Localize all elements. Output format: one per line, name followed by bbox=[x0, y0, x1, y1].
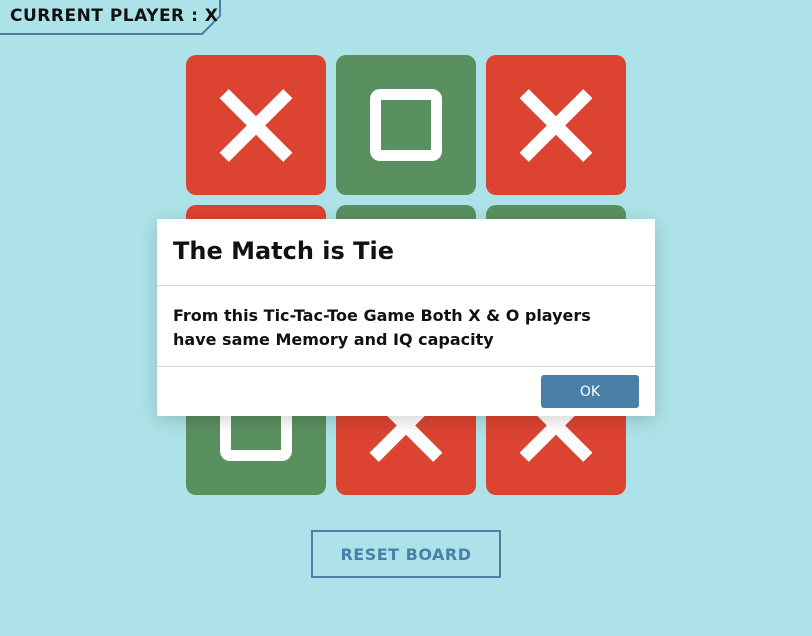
dialog-footer: OK bbox=[157, 367, 655, 416]
x-mark-icon bbox=[520, 89, 592, 161]
x-mark-icon bbox=[220, 89, 292, 161]
result-dialog: The Match is Tie From this Tic-Tac-Toe G… bbox=[157, 219, 655, 416]
board-cell[interactable] bbox=[186, 55, 326, 195]
dialog-message: From this Tic-Tac-Toe Game Both X & O pl… bbox=[157, 286, 655, 367]
dialog-title: The Match is Tie bbox=[173, 237, 395, 265]
current-player-indicator: CURRENT PLAYER : X bbox=[0, 0, 221, 35]
dialog-header: The Match is Tie bbox=[157, 219, 655, 286]
board-cell[interactable] bbox=[336, 55, 476, 195]
reset-board-button[interactable]: RESET BOARD bbox=[311, 530, 501, 578]
current-player-label: CURRENT PLAYER : X bbox=[10, 6, 219, 26]
board-cell[interactable] bbox=[486, 55, 626, 195]
o-mark-icon bbox=[370, 89, 442, 161]
ok-button[interactable]: OK bbox=[541, 375, 639, 408]
